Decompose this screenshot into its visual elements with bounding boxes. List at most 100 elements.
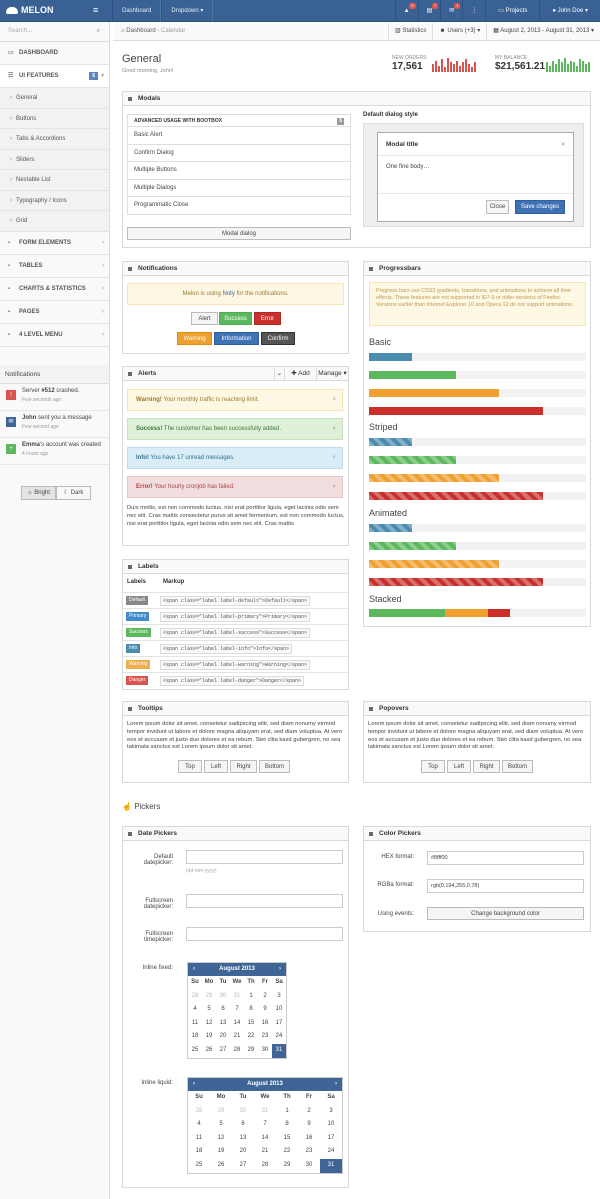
close-icon[interactable]: × bbox=[332, 419, 336, 439]
calendar-day[interactable]: 20 bbox=[232, 1145, 254, 1159]
noty-link[interactable]: Noty bbox=[222, 291, 234, 297]
calendar-day[interactable]: 5 bbox=[202, 1003, 216, 1017]
calendar-day[interactable]: 10 bbox=[272, 1003, 286, 1017]
calendar-day[interactable]: 2 bbox=[258, 990, 272, 1004]
sidebar-subitem[interactable]: › Tabs & Accordions bbox=[0, 129, 109, 150]
sidebar-subitem[interactable]: › Buttons bbox=[0, 108, 109, 129]
tooltip-right-button[interactable]: Right bbox=[230, 760, 257, 773]
calendar-day[interactable]: 30 bbox=[216, 990, 230, 1004]
tooltip-bottom-button[interactable]: Bottom bbox=[259, 760, 290, 773]
tooltip-top-button[interactable]: Top bbox=[178, 760, 202, 773]
notification-item[interactable]: ! Server #512 crashed. Few seconds ago bbox=[0, 384, 109, 411]
chevron-left-icon[interactable]: ‹ bbox=[193, 1078, 195, 1091]
modal-example-row[interactable]: Programmatic Close bbox=[127, 197, 351, 215]
sidebar-search[interactable]: Search... ⌕ bbox=[0, 22, 109, 42]
calendar-day[interactable]: 25 bbox=[188, 1044, 202, 1058]
alert-button[interactable]: Alert bbox=[191, 312, 218, 325]
chevron-right-icon[interactable]: › bbox=[279, 963, 281, 976]
close-icon[interactable]: × bbox=[561, 133, 565, 156]
calendar-day[interactable]: 9 bbox=[258, 1003, 272, 1017]
calendar-day[interactable]: 14 bbox=[254, 1132, 276, 1146]
statistics-button[interactable]: ▥ Statistics bbox=[388, 23, 432, 40]
sidebar-item[interactable]: ▪ TABLES ‹ bbox=[0, 255, 109, 278]
calendar-day[interactable]: 7 bbox=[230, 1003, 244, 1017]
calendar-day[interactable]: 1 bbox=[244, 990, 258, 1004]
users-button[interactable]: ☻ Users (+3) ▾ bbox=[432, 23, 486, 40]
topnav-dropdown[interactable]: Dropdown ▾ bbox=[161, 0, 214, 22]
fullscreen-timepicker-input[interactable] bbox=[186, 927, 343, 941]
calendar-day[interactable]: 11 bbox=[188, 1132, 210, 1146]
calendar-day[interactable]: 28 bbox=[188, 1105, 210, 1119]
calendar-day[interactable]: 11 bbox=[188, 1017, 202, 1031]
warning-button[interactable]: Warning bbox=[177, 332, 212, 345]
calendar-day[interactable]: 29 bbox=[244, 1044, 258, 1058]
hex-color-input[interactable]: #8fff00 bbox=[427, 851, 584, 865]
sidebar-item[interactable]: ▪ PAGES ‹ bbox=[0, 301, 109, 324]
calendar-day[interactable]: 16 bbox=[298, 1132, 320, 1146]
calendar-day[interactable]: 20 bbox=[216, 1030, 230, 1044]
close-icon[interactable]: × bbox=[332, 477, 336, 497]
sidebar-subitem[interactable]: › Nestable List bbox=[0, 170, 109, 191]
calendar-day[interactable]: 17 bbox=[272, 1017, 286, 1031]
calendar-day[interactable]: 23 bbox=[258, 1030, 272, 1044]
chevron-right-icon[interactable]: › bbox=[335, 1078, 337, 1091]
search-input[interactable]: Search... bbox=[8, 28, 32, 34]
calendar-day[interactable]: 31 bbox=[254, 1105, 276, 1119]
calendar-day[interactable]: 28 bbox=[230, 1044, 244, 1058]
calendar-day[interactable]: 9 bbox=[298, 1118, 320, 1132]
popover-top-button[interactable]: Top bbox=[421, 760, 445, 773]
calendar-day[interactable]: 13 bbox=[232, 1132, 254, 1146]
topnav-dashboard[interactable]: Dashboard bbox=[112, 0, 162, 22]
close-button[interactable]: Close bbox=[486, 200, 509, 214]
calendar-day[interactable]: 5 bbox=[210, 1118, 232, 1132]
calendar-day[interactable]: 18 bbox=[188, 1145, 210, 1159]
calendar-day[interactable]: 13 bbox=[216, 1017, 230, 1031]
calendar-day[interactable]: 16 bbox=[258, 1017, 272, 1031]
calendar-day[interactable]: 19 bbox=[210, 1145, 232, 1159]
fullscreen-datepicker-input[interactable] bbox=[186, 894, 343, 908]
calendar-day[interactable]: 15 bbox=[276, 1132, 298, 1146]
calendar-day[interactable]: 26 bbox=[202, 1044, 216, 1058]
calendar-day[interactable]: 1 bbox=[276, 1105, 298, 1119]
sidebar-subitem[interactable]: › Grid bbox=[0, 211, 109, 232]
modal-example-row[interactable]: Multiple Buttons bbox=[127, 162, 351, 180]
modal-example-row[interactable]: Confirm Dialog bbox=[127, 144, 351, 163]
calendar-day[interactable]: 30 bbox=[258, 1044, 272, 1058]
sidebar-subitem[interactable]: › General bbox=[0, 88, 109, 109]
calendar-day[interactable]: 26 bbox=[210, 1159, 232, 1173]
notification-item[interactable]: + Emma's account was created 4 hours ago bbox=[0, 438, 109, 465]
theme-bright-button[interactable]: ☼ Bright bbox=[21, 486, 56, 500]
calendar-day[interactable]: 25 bbox=[188, 1159, 210, 1173]
menu-icon[interactable]: ≡ bbox=[93, 5, 98, 15]
modal-example-row[interactable]: Basic Alert bbox=[127, 127, 351, 145]
close-icon[interactable]: × bbox=[332, 448, 336, 468]
modal-dialog-button[interactable]: Modal dialog bbox=[127, 227, 351, 240]
messages-button[interactable]: ▤ 7 bbox=[417, 0, 441, 22]
more-button[interactable]: ⋮ bbox=[462, 0, 485, 22]
sidebar-item[interactable]: ▪ FORM ELEMENTS ‹ bbox=[0, 232, 109, 255]
sidebar-item[interactable]: ▪ CHARTS & STATISTICS ‹ bbox=[0, 278, 109, 301]
modal-example-row[interactable]: Multiple Dialogs bbox=[127, 179, 351, 198]
calendar-day[interactable]: 29 bbox=[202, 990, 216, 1004]
calendar-day[interactable]: 21 bbox=[254, 1145, 276, 1159]
calendar-day[interactable]: 31 bbox=[272, 1043, 286, 1058]
sidebar-subitem[interactable]: › Sliders bbox=[0, 149, 109, 170]
calendar-day[interactable]: 22 bbox=[244, 1030, 258, 1044]
mail-button[interactable]: ✉ 1 bbox=[440, 0, 462, 22]
calendar-day[interactable]: 14 bbox=[230, 1017, 244, 1031]
confirm-button[interactable]: Confirm bbox=[261, 332, 295, 345]
calendar-day[interactable]: 12 bbox=[210, 1132, 232, 1146]
calendar-day[interactable]: 28 bbox=[188, 990, 202, 1004]
sidebar-subitem[interactable]: › Typography / Icons bbox=[0, 190, 109, 211]
calendar-day[interactable]: 4 bbox=[188, 1003, 202, 1017]
calendar-day[interactable]: 10 bbox=[320, 1118, 342, 1132]
notification-item[interactable]: ✉ John sent you a message Few second ago bbox=[0, 411, 109, 438]
alerts-button[interactable]: ▲ 5 bbox=[394, 0, 418, 22]
calendar-day[interactable]: 2 bbox=[298, 1105, 320, 1119]
calendar-day[interactable]: 29 bbox=[210, 1105, 232, 1119]
calendar-day[interactable]: 24 bbox=[272, 1030, 286, 1044]
calendar-day[interactable]: 23 bbox=[298, 1145, 320, 1159]
calendar-day[interactable]: 18 bbox=[188, 1030, 202, 1044]
breadcrumb-calendar[interactable]: Calendar bbox=[161, 28, 185, 34]
close-icon[interactable]: × bbox=[332, 390, 336, 410]
